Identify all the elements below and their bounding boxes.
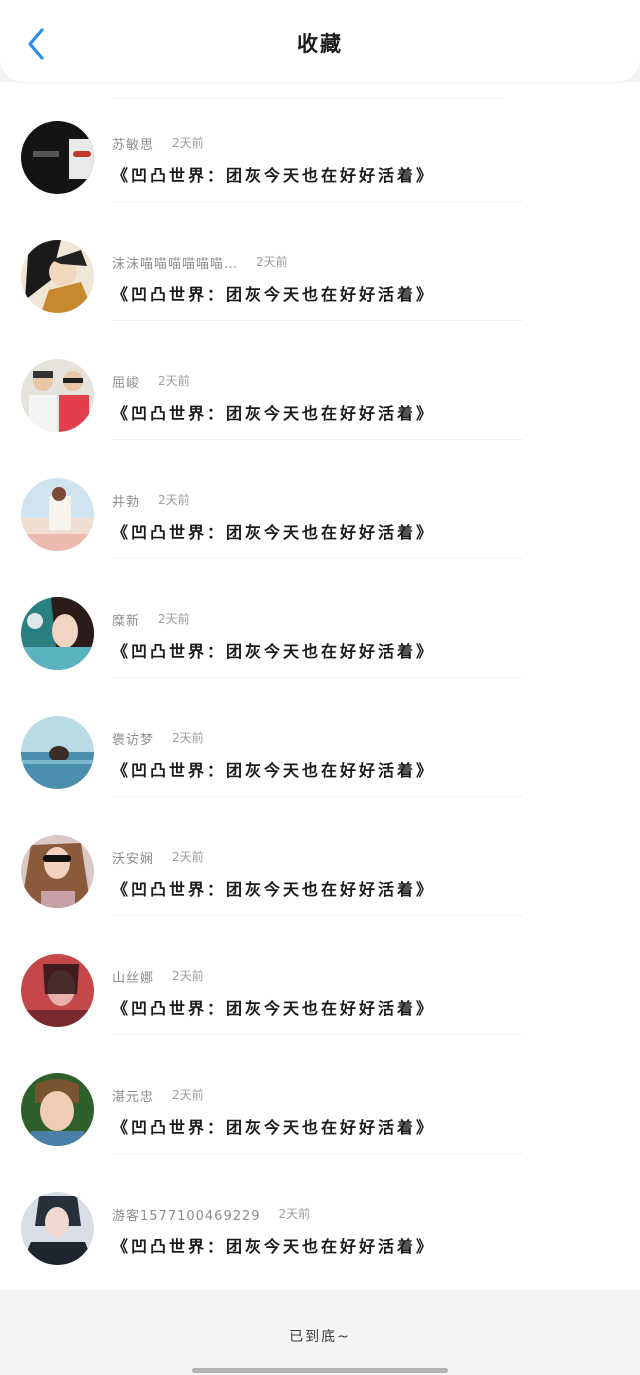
item-meta: 山丝娜 2天前 bbox=[112, 967, 204, 986]
top-bar: 收藏 bbox=[0, 0, 640, 82]
item-meta: 屈峻 2天前 bbox=[112, 372, 190, 391]
avatar[interactable] bbox=[21, 121, 94, 194]
home-indicator[interactable] bbox=[192, 1368, 448, 1373]
list-item[interactable]: 山丝娜 2天前 《凹凸世界：团灰今天也在好好活着》 bbox=[0, 915, 640, 1035]
timestamp: 2天前 bbox=[158, 493, 190, 507]
post-title[interactable]: 《凹凸世界：团灰今天也在好好活着》 bbox=[112, 519, 435, 543]
post-title[interactable]: 《凹凸世界：团灰今天也在好好活着》 bbox=[112, 281, 435, 305]
avatar[interactable] bbox=[21, 1192, 94, 1265]
list-item[interactable]: 湛元忠 2天前 《凹凸世界：团灰今天也在好好活着》 bbox=[0, 1034, 640, 1154]
list-item[interactable]: 游客1577100469229 2天前 《凹凸世界：团灰今天也在好好活着》 bbox=[0, 1153, 640, 1272]
favorites-page: 收藏 苏敏思 2天前 《凹凸世界：团灰今天也在好好活着》 沫沫喵喵喵喵喵喵… 2… bbox=[0, 0, 640, 1375]
avatar[interactable] bbox=[21, 359, 94, 432]
post-title[interactable]: 《凹凸世界：团灰今天也在好好活着》 bbox=[112, 162, 435, 186]
post-title[interactable]: 《凹凸世界：团灰今天也在好好活着》 bbox=[112, 400, 435, 424]
avatar[interactable] bbox=[21, 954, 94, 1027]
username[interactable]: 屈峻 bbox=[112, 372, 140, 391]
timestamp: 2天前 bbox=[158, 612, 190, 626]
list-item[interactable]: 屈峻 2天前 《凹凸世界：团灰今天也在好好活着》 bbox=[0, 320, 640, 440]
post-title[interactable]: 《凹凸世界：团灰今天也在好好活着》 bbox=[112, 757, 435, 781]
username[interactable]: 褒访梦 bbox=[112, 729, 154, 748]
list-item[interactable]: 井勃 2天前 《凹凸世界：团灰今天也在好好活着》 bbox=[0, 439, 640, 559]
post-title[interactable]: 《凹凸世界：团灰今天也在好好活着》 bbox=[112, 1114, 435, 1138]
post-title[interactable]: 《凹凸世界：团灰今天也在好好活着》 bbox=[112, 995, 435, 1019]
timestamp: 2天前 bbox=[172, 731, 204, 745]
end-of-list-text: 已到底~ bbox=[289, 1329, 351, 1345]
list-item[interactable]: 沃安娴 2天前 《凹凸世界：团灰今天也在好好活着》 bbox=[0, 796, 640, 916]
item-meta: 沃安娴 2天前 bbox=[112, 848, 204, 867]
avatar[interactable] bbox=[21, 1073, 94, 1146]
timestamp: 2天前 bbox=[172, 136, 204, 150]
item-meta: 湛元忠 2天前 bbox=[112, 1086, 204, 1105]
timestamp: 2天前 bbox=[256, 255, 288, 269]
username[interactable]: 游客1577100469229 bbox=[112, 1205, 261, 1224]
timestamp: 2天前 bbox=[172, 969, 204, 983]
timestamp: 2天前 bbox=[172, 850, 204, 864]
timestamp: 2天前 bbox=[278, 1207, 311, 1221]
item-meta: 游客1577100469229 2天前 bbox=[112, 1205, 310, 1224]
username[interactable]: 糜新 bbox=[112, 610, 140, 629]
username[interactable]: 湛元忠 bbox=[112, 1086, 154, 1105]
avatar[interactable] bbox=[21, 240, 94, 313]
item-meta: 沫沫喵喵喵喵喵喵… 2天前 bbox=[112, 253, 288, 272]
page-title: 收藏 bbox=[297, 32, 343, 56]
list-item[interactable]: 褒访梦 2天前 《凹凸世界：团灰今天也在好好活着》 bbox=[0, 677, 640, 797]
username[interactable]: 沃安娴 bbox=[112, 848, 154, 867]
item-meta: 井勃 2天前 bbox=[112, 491, 190, 510]
favorites-list[interactable]: 苏敏思 2天前 《凹凸世界：团灰今天也在好好活着》 沫沫喵喵喵喵喵喵… 2天前 《凹… bbox=[0, 82, 640, 1290]
post-title[interactable]: 《凹凸世界：团灰今天也在好好活着》 bbox=[112, 1233, 435, 1257]
avatar[interactable] bbox=[21, 835, 94, 908]
timestamp: 2天前 bbox=[158, 374, 190, 388]
username[interactable]: 苏敏思 bbox=[112, 134, 154, 153]
list-item[interactable]: 糜新 2天前 《凹凸世界：团灰今天也在好好活着》 bbox=[0, 558, 640, 678]
list-item[interactable]: 苏敏思 2天前 《凹凸世界：团灰今天也在好好活着》 bbox=[0, 82, 640, 202]
item-meta: 褒访梦 2天前 bbox=[112, 729, 204, 748]
item-meta: 苏敏思 2天前 bbox=[112, 134, 204, 153]
avatar[interactable] bbox=[21, 478, 94, 551]
username[interactable]: 山丝娜 bbox=[112, 967, 154, 986]
username[interactable]: 沫沫喵喵喵喵喵喵… bbox=[112, 253, 238, 272]
list-item[interactable]: 沫沫喵喵喵喵喵喵… 2天前 《凹凸世界：团灰今天也在好好活着》 bbox=[0, 201, 640, 321]
post-title[interactable]: 《凹凸世界：团灰今天也在好好活着》 bbox=[112, 876, 435, 900]
avatar[interactable] bbox=[21, 597, 94, 670]
item-meta: 糜新 2天前 bbox=[112, 610, 190, 629]
avatar[interactable] bbox=[21, 716, 94, 789]
username[interactable]: 井勃 bbox=[112, 491, 140, 510]
post-title[interactable]: 《凹凸世界：团灰今天也在好好活着》 bbox=[112, 638, 435, 662]
timestamp: 2天前 bbox=[172, 1088, 204, 1102]
